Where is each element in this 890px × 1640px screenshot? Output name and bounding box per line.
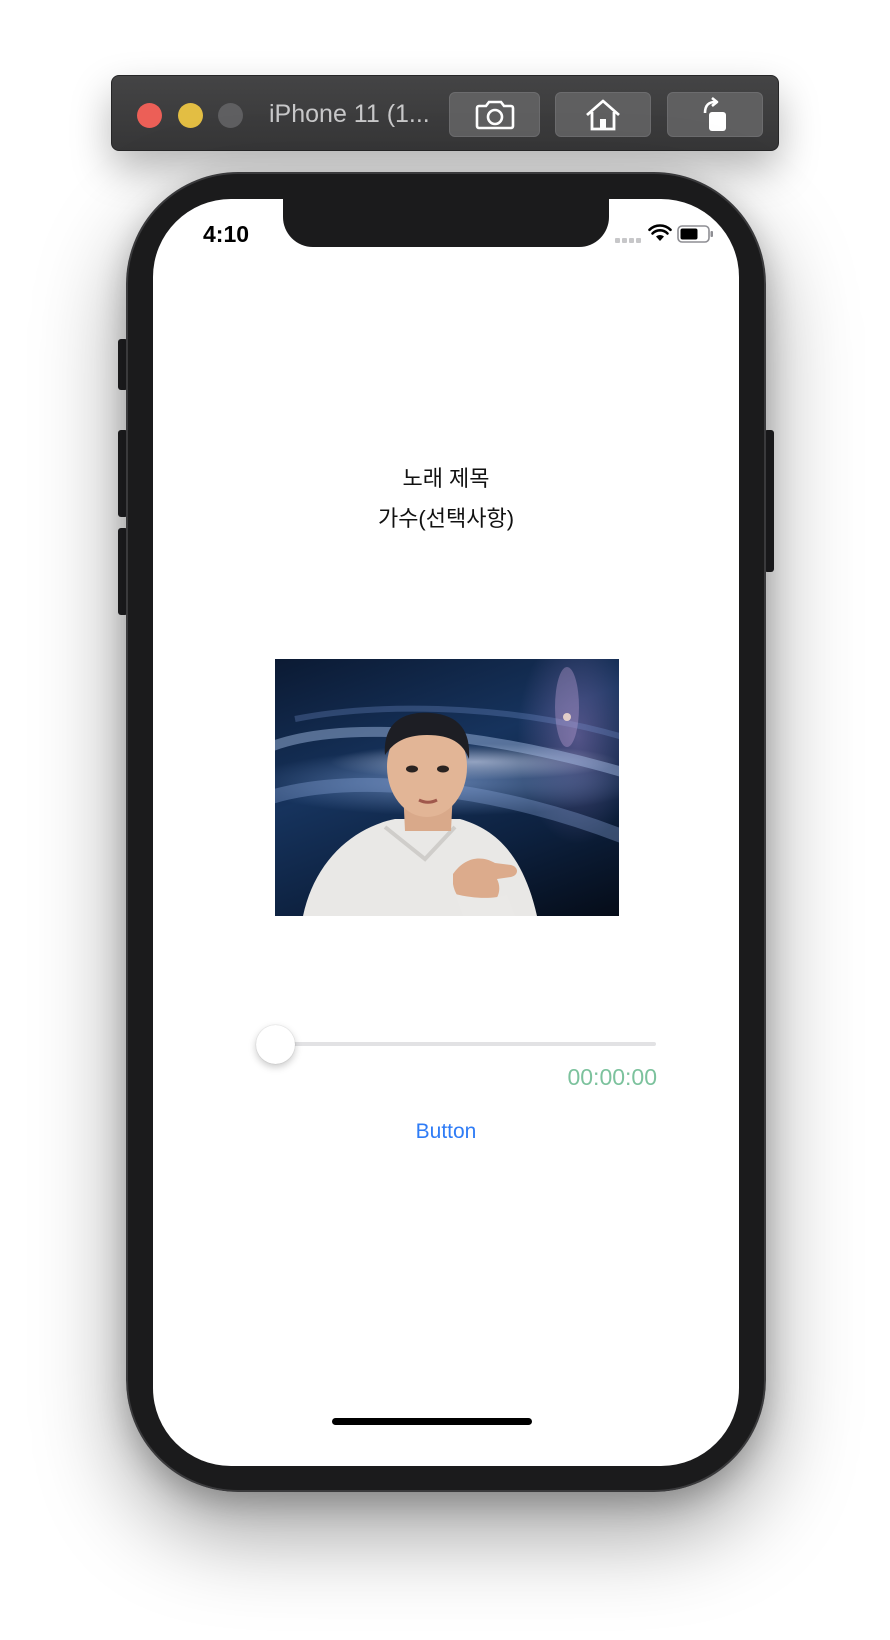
song-title-label: 노래 제목 [402,466,490,491]
elapsed-time-label: 00:00:00 [567,1064,657,1090]
album-art-illustration [275,667,619,916]
phone-screen: 4:10 노래 제목 가수(선택사항) 00:00:00 Button [153,199,739,1466]
home-icon [586,99,620,130]
wifi-icon [648,224,672,241]
camera-icon [475,100,514,129]
minimize-window-button[interactable] [178,103,203,128]
singer-label: 가수(선택사항) [377,506,515,531]
rotate-icon [703,96,726,131]
battery-icon [677,225,713,243]
notch [283,199,609,247]
home-indicator[interactable] [332,1418,532,1425]
playback-slider-thumb[interactable] [256,1025,295,1064]
screenshot-button[interactable] [449,92,540,137]
close-window-button[interactable] [137,103,162,128]
home-button[interactable] [555,92,651,137]
rotate-button[interactable] [667,92,763,137]
simulator-toolbar: iPhone 11 (1... [111,75,779,151]
album-art-image [275,659,619,916]
simulator-stage: iPhone 11 (1... 4:10 노래 제목 가수(선택사항) 00:0… [0,0,890,1640]
playback-slider-track[interactable] [256,1042,656,1046]
status-icons [615,224,719,244]
play-button[interactable]: Button [346,1115,546,1149]
zoom-window-button[interactable] [218,103,243,128]
status-time: 4:10 [203,221,250,247]
simulator-title: iPhone 11 (1... [269,100,430,128]
